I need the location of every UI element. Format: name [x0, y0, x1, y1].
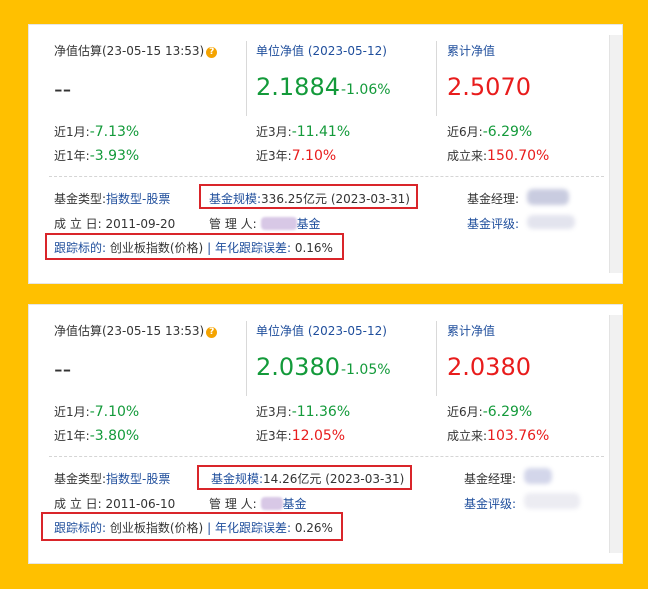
- divider: [436, 41, 437, 116]
- estimate-label: 净值估算(23-05-15 13:53)?: [54, 42, 218, 59]
- stat-since-inception: 成立来:103.76%: [447, 428, 550, 444]
- redacted-manager: [527, 189, 569, 205]
- custodian-link[interactable]: 基金: [297, 217, 321, 231]
- unit-nav-value: 2.1884: [256, 73, 340, 101]
- fund-card-2: 净值估算(23-05-15 13:53)? -- 单位净值 (2023-05-1…: [28, 304, 623, 564]
- cum-nav-label: 累计净值: [447, 44, 496, 58]
- stat-3m: 近3月:-11.36%: [256, 404, 351, 420]
- stat-3y: 近3年:12.05%: [256, 428, 346, 444]
- help-icon[interactable]: ?: [206, 327, 218, 338]
- unit-nav-value: 2.0380: [256, 353, 340, 381]
- fund-rating-link[interactable]: 基金评级:: [467, 215, 519, 232]
- unit-nav-label: 单位净值 (2023-05-12): [256, 44, 387, 58]
- stat-since-inception: 成立来:150.70%: [447, 148, 550, 164]
- highlight-box-tracking: [41, 512, 343, 541]
- redacted-custodian: [260, 497, 283, 510]
- fund-type: 基金类型:指数型-股票: [54, 192, 171, 206]
- fund-manager-label: 基金经理:: [467, 192, 520, 206]
- custodian: 管 理 人: 基金: [209, 497, 307, 511]
- redacted-custodian: [260, 217, 297, 230]
- highlight-box-scale: [199, 184, 418, 209]
- stat-1m: 近1月:-7.13%: [54, 124, 140, 140]
- estimate-label: 净值估算(23-05-15 13:53)?: [54, 322, 218, 339]
- fund-card-1: 净值估算(23-05-15 13:53)? -- 单位净值 (2023-05-1…: [28, 24, 623, 284]
- cum-nav-value: 2.0380: [447, 353, 531, 381]
- stat-3y: 近3年:7.10%: [256, 148, 337, 164]
- stat-6m: 近6月:-6.29%: [447, 124, 533, 140]
- fund-type-link[interactable]: 指数型-股票: [106, 472, 170, 486]
- highlight-box-scale: [197, 465, 412, 490]
- unit-nav-change: -1.05%: [341, 362, 391, 378]
- fund-rating-link[interactable]: 基金评级:: [464, 495, 516, 512]
- divider: [436, 321, 437, 396]
- divider: [246, 321, 247, 396]
- divider: [246, 41, 247, 116]
- dashed-divider: [49, 176, 604, 177]
- unit-nav-change: -1.06%: [341, 82, 391, 98]
- fund-manager-label: 基金经理:: [464, 472, 517, 486]
- stat-6m: 近6月:-6.29%: [447, 404, 533, 420]
- help-icon[interactable]: ?: [206, 47, 218, 58]
- highlight-box-tracking: [45, 233, 344, 260]
- redacted-manager: [524, 468, 552, 484]
- inception: 成 立 日: 2011-09-20: [54, 217, 176, 231]
- redacted-rating: [524, 493, 580, 509]
- estimate-value: --: [54, 355, 72, 383]
- custodian: 管 理 人: 基金: [209, 217, 321, 231]
- unit-nav-label: 单位净值 (2023-05-12): [256, 324, 387, 338]
- estimate-value: --: [54, 75, 72, 103]
- fund-type: 基金类型:指数型-股票: [54, 472, 171, 486]
- cum-nav-label: 累计净值: [447, 324, 496, 338]
- stat-3m: 近3月:-11.41%: [256, 124, 351, 140]
- card-scroll-edge: [609, 315, 622, 553]
- fund-type-link[interactable]: 指数型-股票: [106, 192, 170, 206]
- custodian-link[interactable]: 基金: [283, 497, 307, 511]
- stat-1y: 近1年:-3.80%: [54, 428, 140, 444]
- dashed-divider: [49, 456, 604, 457]
- card-scroll-edge: [609, 35, 622, 273]
- stat-1y: 近1年:-3.93%: [54, 148, 140, 164]
- redacted-rating: [527, 215, 575, 229]
- stat-1m: 近1月:-7.10%: [54, 404, 140, 420]
- inception: 成 立 日: 2011-06-10: [54, 497, 176, 511]
- cum-nav-value: 2.5070: [447, 73, 531, 101]
